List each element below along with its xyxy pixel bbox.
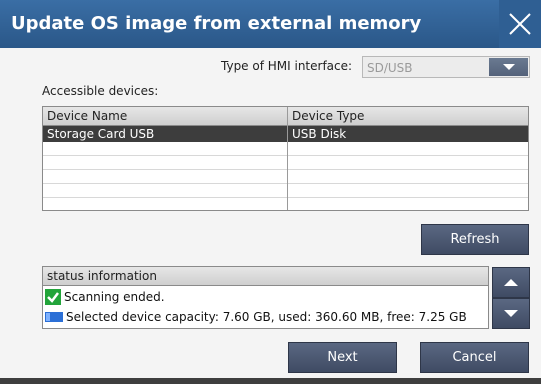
hmi-interface-label: Type of HMI interface: bbox=[221, 59, 353, 73]
title-bar: Update OS image from external memory bbox=[0, 0, 541, 48]
hmi-interface-value: SD/USB bbox=[367, 61, 413, 75]
column-header-device-name[interactable]: Device Name bbox=[43, 107, 287, 126]
arrow-down-icon bbox=[504, 310, 518, 317]
table-row-empty bbox=[43, 156, 528, 170]
column-header-device-type[interactable]: Device Type bbox=[288, 107, 528, 126]
status-header: status information bbox=[43, 267, 488, 286]
table-row[interactable]: Storage Card USB USB Disk bbox=[43, 126, 528, 142]
table-row-empty bbox=[43, 142, 528, 156]
accessible-devices-label: Accessible devices: bbox=[42, 84, 159, 98]
arrow-up-icon bbox=[504, 279, 518, 286]
hmi-interface-select[interactable]: SD/USB bbox=[362, 56, 530, 78]
device-type-cell: USB Disk bbox=[292, 127, 347, 141]
status-text: Selected device capacity: 7.60 GB, used:… bbox=[66, 310, 467, 324]
status-text: Scanning ended. bbox=[64, 290, 165, 304]
close-button[interactable] bbox=[499, 0, 541, 48]
status-panel: status information Scanning ended. Selec… bbox=[42, 266, 489, 329]
bottom-frame bbox=[0, 378, 541, 384]
table-row-empty bbox=[43, 184, 528, 198]
update-os-dialog: Update OS image from external memory Typ… bbox=[0, 0, 541, 384]
column-divider bbox=[287, 107, 288, 210]
check-icon bbox=[45, 289, 61, 305]
device-name-cell: Storage Card USB bbox=[47, 127, 155, 141]
scroll-up-button[interactable] bbox=[492, 267, 530, 298]
status-line: Selected device capacity: 7.60 GB, used:… bbox=[45, 307, 467, 327]
status-line: Scanning ended. bbox=[45, 287, 165, 307]
drive-icon bbox=[45, 312, 63, 322]
scroll-down-button[interactable] bbox=[492, 298, 530, 329]
table-row-empty bbox=[43, 198, 528, 210]
chevron-down-icon bbox=[502, 64, 515, 70]
next-button[interactable]: Next bbox=[288, 342, 397, 373]
refresh-button[interactable]: Refresh bbox=[421, 224, 529, 255]
table-row-empty bbox=[43, 170, 528, 184]
close-icon bbox=[509, 13, 531, 35]
cancel-button[interactable]: Cancel bbox=[420, 342, 529, 373]
dropdown-button[interactable] bbox=[489, 58, 528, 76]
dialog-title: Update OS image from external memory bbox=[11, 13, 422, 34]
devices-table: Device Name Device Type Storage Card USB… bbox=[42, 106, 529, 211]
